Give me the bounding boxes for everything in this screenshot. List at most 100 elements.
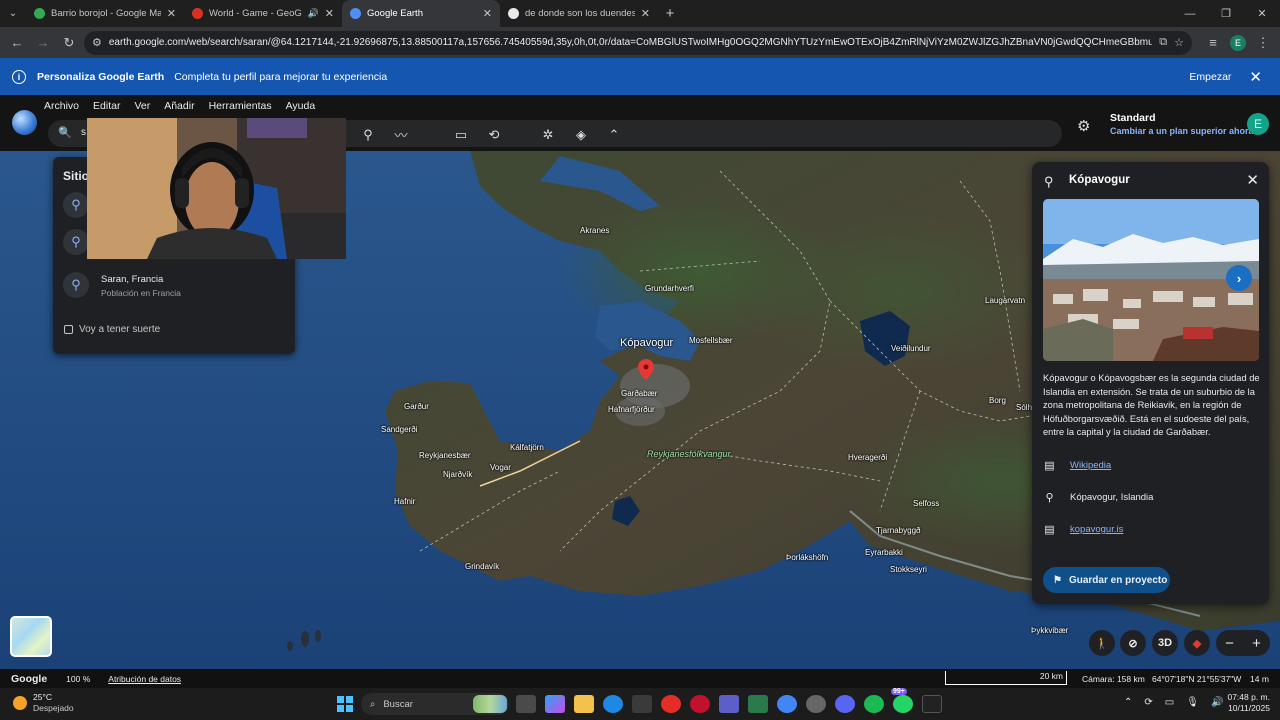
discord-icon[interactable] — [835, 695, 855, 713]
map-style-layers-icon[interactable]: ◈ — [571, 127, 591, 143]
menu-herramientas[interactable]: Herramientas — [209, 100, 272, 112]
location-off-icon[interactable]: ⊘ — [1120, 630, 1146, 656]
whatsapp-icon[interactable]: 99+ — [891, 688, 913, 713]
tab-google-maps[interactable]: Barrio borojol - Google Maps ✕ — [26, 0, 184, 27]
map-label-reykjanesfolkvangur[interactable]: Reykjanesfólkvangur — [647, 449, 731, 459]
tab-duendes[interactable]: de donde son los duendes - Bu ✕ — [500, 0, 658, 27]
menu-editar[interactable]: Editar — [93, 100, 120, 112]
menu-anadir[interactable]: Añadir — [164, 100, 194, 112]
wikipedia-link[interactable]: Wikipedia — [1070, 460, 1111, 471]
edge-icon[interactable] — [603, 695, 623, 713]
forward-icon[interactable]: → — [32, 32, 54, 54]
windows-start-icon[interactable] — [337, 696, 353, 712]
map-label-reykjanesbaer[interactable]: Reykjanesbær — [419, 451, 471, 460]
website-row[interactable]: ▤ kopavogur.is — [1043, 523, 1123, 536]
browser-menu-icon[interactable]: ⋮ — [1252, 32, 1274, 54]
close-tab-icon[interactable]: ✕ — [641, 7, 650, 20]
map-label-thykkvibaer[interactable]: Þykkvibær — [1031, 626, 1068, 635]
microphone-icon[interactable]: 🎙 — [1186, 697, 1199, 708]
spotify-icon[interactable] — [864, 695, 884, 713]
back-icon[interactable]: ← — [6, 32, 28, 54]
map-label-kalfatjorn[interactable]: Kálfatjörn — [510, 443, 544, 452]
teams-icon[interactable] — [719, 695, 739, 713]
feeling-lucky-button[interactable]: Voy a tener suerte — [64, 324, 160, 335]
epic-games-icon[interactable] — [922, 695, 942, 713]
network-icon[interactable]: ▭ — [1165, 697, 1174, 708]
map-label-gardabaer[interactable]: Garðabær — [621, 389, 657, 398]
zoom-out-button[interactable]: − — [1225, 635, 1234, 652]
map-label-hafnir[interactable]: Hafnir — [394, 497, 415, 506]
restore-icon[interactable]: ❐ — [1208, 0, 1244, 27]
sync-icon[interactable]: ⟳ — [1144, 697, 1152, 708]
map-label-eyrarbakki[interactable]: Eyrarbakki — [865, 548, 903, 557]
reload-icon[interactable]: ↻ — [58, 32, 80, 54]
task-view-icon[interactable] — [516, 695, 536, 713]
place-pin-icon[interactable]: ⚲ — [63, 229, 89, 255]
site-info-icon[interactable]: ⚙ — [92, 36, 102, 49]
zoom-level[interactable]: 100 % — [66, 674, 90, 684]
save-to-project-button[interactable]: ⚑ Guardar en proyecto — [1043, 567, 1170, 593]
profile-avatar[interactable]: E — [1230, 34, 1246, 51]
bookmark-star-icon[interactable]: ☆ — [1174, 36, 1184, 49]
add-path-icon[interactable]: 〰 — [391, 125, 411, 144]
file-explorer-icon[interactable] — [574, 695, 594, 713]
map-label-grundarhverfi[interactable]: Grundarhverfi — [645, 284, 694, 293]
new-tab-button[interactable]: + — [658, 0, 682, 27]
tray-chevron-icon[interactable]: ⌃ — [1124, 697, 1132, 708]
map-label-solh[interactable]: Sólh — [1016, 403, 1032, 412]
upgrade-link[interactable]: Cambiar a un plan superior ahora — [1110, 126, 1254, 136]
map-label-akranes[interactable]: Akranes — [580, 226, 609, 235]
data-attribution-link[interactable]: Atribución de datos — [108, 674, 181, 684]
settings-gear-icon[interactable]: ⚙ — [1077, 117, 1090, 135]
minimize-icon[interactable]: — — [1172, 0, 1208, 27]
close-tab-icon[interactable]: ✕ — [167, 7, 176, 20]
map-label-njardvik[interactable]: Njarðvík — [443, 470, 472, 479]
obs-icon[interactable] — [806, 695, 826, 713]
close-tab-icon[interactable]: ✕ — [325, 7, 334, 20]
earth-logo-icon[interactable] — [12, 110, 37, 135]
place-pin-icon[interactable]: ⚲ — [63, 192, 89, 218]
search-input[interactable]: s — [81, 127, 86, 138]
map-label-gardur[interactable]: Garður — [404, 402, 429, 411]
tab-geoguessr[interactable]: World - Game - GeoGuessr 🔊 ✕ — [184, 0, 342, 27]
map-label-sandgerdi[interactable]: Sandgerði — [381, 425, 417, 434]
system-clock[interactable]: 07:48 p. m. 10/11/2025 — [1226, 692, 1270, 714]
start-button[interactable]: Empezar — [1189, 71, 1231, 83]
website-link[interactable]: kopavogur.is — [1070, 524, 1123, 535]
toggle-3d-button[interactable]: 3D — [1152, 630, 1178, 656]
wikipedia-row[interactable]: ▤ Wikipedia — [1043, 459, 1111, 472]
result-item-title[interactable]: Saran, Francia — [101, 274, 163, 285]
add-placemark-icon[interactable]: ⚲ — [358, 127, 378, 143]
menu-ayuda[interactable]: Ayuda — [286, 100, 316, 112]
install-app-icon[interactable]: ⧉ — [1159, 36, 1167, 49]
voyager-icon[interactable]: ✲ — [538, 127, 558, 143]
close-window-icon[interactable]: ✕ — [1244, 0, 1280, 27]
map-label-mosfellsbaer[interactable]: Mosfellsbær — [689, 336, 733, 345]
map-label-stokkseyri[interactable]: Stokkseyri — [890, 565, 927, 574]
map-label-hafnarfjordur[interactable]: Hafnarfjörður — [608, 405, 655, 414]
opera-gx-icon[interactable] — [690, 695, 710, 713]
speaker-icon[interactable]: 🔊 — [308, 8, 319, 19]
media-controls-icon[interactable]: ≡ — [1202, 32, 1224, 54]
user-avatar[interactable]: E — [1247, 113, 1269, 135]
map-label-tjarnabyggd[interactable]: Tjarnabyggð — [876, 526, 920, 535]
close-card-icon[interactable]: ✕ — [1246, 171, 1259, 189]
app-icon[interactable] — [748, 695, 768, 713]
next-photo-chevron-icon[interactable]: › — [1226, 265, 1252, 291]
tab-search-icon[interactable]: ⌄ — [0, 0, 26, 27]
close-tab-icon[interactable]: ✕ — [483, 7, 492, 20]
address-bar[interactable]: ⚙ earth.google.com/web/search/saran/@64.… — [84, 30, 1192, 55]
taskbar-search[interactable]: ⌕ Buscar — [361, 693, 509, 715]
zoom-in-button[interactable]: + — [1252, 635, 1261, 652]
tab-google-earth[interactable]: Google Earth ✕ — [342, 0, 500, 27]
store-icon[interactable] — [632, 695, 652, 713]
map-label-vogar[interactable]: Vogar — [490, 463, 511, 472]
weather-widget[interactable]: 25°C Despejado — [13, 692, 74, 714]
map-label-thorlakshofn[interactable]: Þorlákshöfn — [786, 553, 828, 562]
chrome-icon[interactable] — [777, 695, 797, 713]
menu-ver[interactable]: Ver — [134, 100, 150, 112]
ruler-icon[interactable]: ▭ — [451, 127, 471, 143]
compass-icon[interactable]: ◆ — [1184, 630, 1210, 656]
map-label-borg[interactable]: Borg — [989, 396, 1006, 405]
volume-icon[interactable]: 🔊 — [1211, 697, 1223, 708]
